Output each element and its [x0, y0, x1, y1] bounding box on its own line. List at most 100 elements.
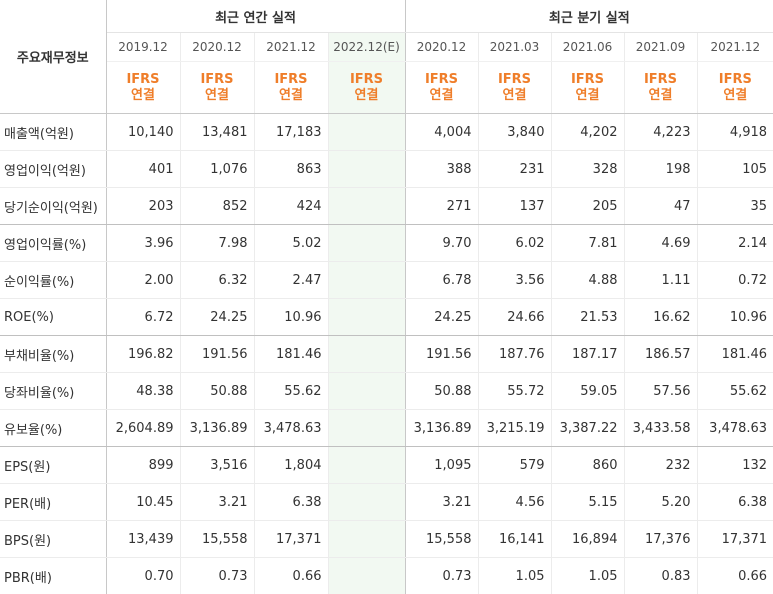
period-header: 2019.12 [106, 33, 180, 62]
row-label: 순이익률(%) [0, 262, 106, 299]
value-cell: 4.69 [624, 225, 697, 262]
value-cell: 1.05 [551, 558, 624, 594]
value-cell: 24.25 [180, 299, 254, 336]
value-cell: 47 [624, 188, 697, 225]
value-cell: 17,371 [697, 521, 773, 558]
accounting-standard-label: IFRS [406, 72, 478, 88]
value-cell: 401 [106, 151, 180, 188]
consolidation-label: 연결 [107, 88, 180, 104]
consolidation-label: 연결 [406, 88, 478, 104]
value-cell: 2.47 [254, 262, 328, 299]
value-cell: 5.20 [624, 484, 697, 521]
value-cell: 9.70 [405, 225, 478, 262]
value-cell: 3,840 [478, 114, 551, 151]
value-cell: 17,371 [254, 521, 328, 558]
value-cell: 4,202 [551, 114, 624, 151]
value-cell: 16.62 [624, 299, 697, 336]
value-cell: 232 [624, 447, 697, 484]
value-cell: 55.72 [478, 373, 551, 410]
value-cell: 7.81 [551, 225, 624, 262]
value-cell: 1,804 [254, 447, 328, 484]
period-header: 2020.12 [180, 33, 254, 62]
financial-summary-table: 주요재무정보 최근 연간 실적 최근 분기 실적 2019.122020.122… [0, 0, 773, 594]
consolidation-label: 연결 [255, 88, 328, 104]
consolidation-label: 연결 [698, 88, 773, 104]
consolidation-label: 연결 [552, 88, 624, 104]
table-row: 매출액(억원)10,14013,48117,1834,0043,8404,202… [0, 114, 773, 151]
estimate-cell [328, 225, 405, 262]
value-cell: 55.62 [697, 373, 773, 410]
value-cell: 424 [254, 188, 328, 225]
row-label: 영업이익률(%) [0, 225, 106, 262]
accounting-standard-label: IFRS [698, 72, 773, 88]
value-cell: 6.02 [478, 225, 551, 262]
table-row: EPS(원)8993,5161,8041,095579860232132 [0, 447, 773, 484]
value-cell: 1.11 [624, 262, 697, 299]
value-cell: 10.96 [254, 299, 328, 336]
estimate-cell [328, 558, 405, 594]
table-row: PER(배)10.453.216.383.214.565.155.206.38 [0, 484, 773, 521]
period-header: 2021.12 [254, 33, 328, 62]
value-cell: 860 [551, 447, 624, 484]
value-cell: 1,095 [405, 447, 478, 484]
estimate-cell [328, 447, 405, 484]
value-cell: 5.02 [254, 225, 328, 262]
table-row: 당좌비율(%)48.3850.8855.6250.8855.7259.0557.… [0, 373, 773, 410]
estimate-cell [328, 114, 405, 151]
value-cell: 2.00 [106, 262, 180, 299]
value-cell: 899 [106, 447, 180, 484]
value-cell: 2.14 [697, 225, 773, 262]
value-cell: 6.72 [106, 299, 180, 336]
value-cell: 3.21 [180, 484, 254, 521]
value-cell: 1.05 [478, 558, 551, 594]
value-cell: 35 [697, 188, 773, 225]
value-cell: 24.66 [478, 299, 551, 336]
value-cell: 3,478.63 [254, 410, 328, 447]
consolidation-label: 연결 [181, 88, 254, 104]
table-row: 당기순이익(억원)2038524242711372054735 [0, 188, 773, 225]
accounting-standard-label: IFRS [107, 72, 180, 88]
accounting-standard-label: IFRS [329, 72, 405, 88]
table-row: ROE(%)6.7224.2510.9624.2524.6621.5316.62… [0, 299, 773, 336]
row-label: 영업이익(억원) [0, 151, 106, 188]
period-header: 2020.12 [405, 33, 478, 62]
value-cell: 13,481 [180, 114, 254, 151]
estimate-cell [328, 410, 405, 447]
value-cell: 0.70 [106, 558, 180, 594]
value-cell: 0.66 [697, 558, 773, 594]
period-header: 2021.12 [697, 33, 773, 62]
value-cell: 4,223 [624, 114, 697, 151]
table-row: 부채비율(%)196.82191.56181.46191.56187.76187… [0, 336, 773, 373]
value-cell: 3,136.89 [405, 410, 478, 447]
row-label: 부채비율(%) [0, 336, 106, 373]
value-cell: 137 [478, 188, 551, 225]
standard-header: IFRS연결 [624, 62, 697, 114]
accounting-standard-label: IFRS [625, 72, 697, 88]
accounting-standard-label: IFRS [255, 72, 328, 88]
value-cell: 59.05 [551, 373, 624, 410]
value-cell: 181.46 [697, 336, 773, 373]
value-cell: 10.96 [697, 299, 773, 336]
period-header: 2021.03 [478, 33, 551, 62]
annual-group-header: 최근 연간 실적 [106, 0, 405, 33]
value-cell: 16,894 [551, 521, 624, 558]
value-cell: 1,076 [180, 151, 254, 188]
value-cell: 21.53 [551, 299, 624, 336]
value-cell: 0.66 [254, 558, 328, 594]
value-cell: 0.83 [624, 558, 697, 594]
estimate-cell [328, 262, 405, 299]
value-cell: 203 [106, 188, 180, 225]
estimate-cell [328, 151, 405, 188]
value-cell: 24.25 [405, 299, 478, 336]
estimate-cell [328, 484, 405, 521]
value-cell: 17,183 [254, 114, 328, 151]
value-cell: 0.72 [697, 262, 773, 299]
estimate-cell [328, 521, 405, 558]
value-cell: 132 [697, 447, 773, 484]
value-cell: 15,558 [180, 521, 254, 558]
standard-header: IFRS연결 [328, 62, 405, 114]
period-header: 2022.12(E) [328, 33, 405, 62]
value-cell: 4.88 [551, 262, 624, 299]
estimate-cell [328, 188, 405, 225]
estimate-cell [328, 299, 405, 336]
